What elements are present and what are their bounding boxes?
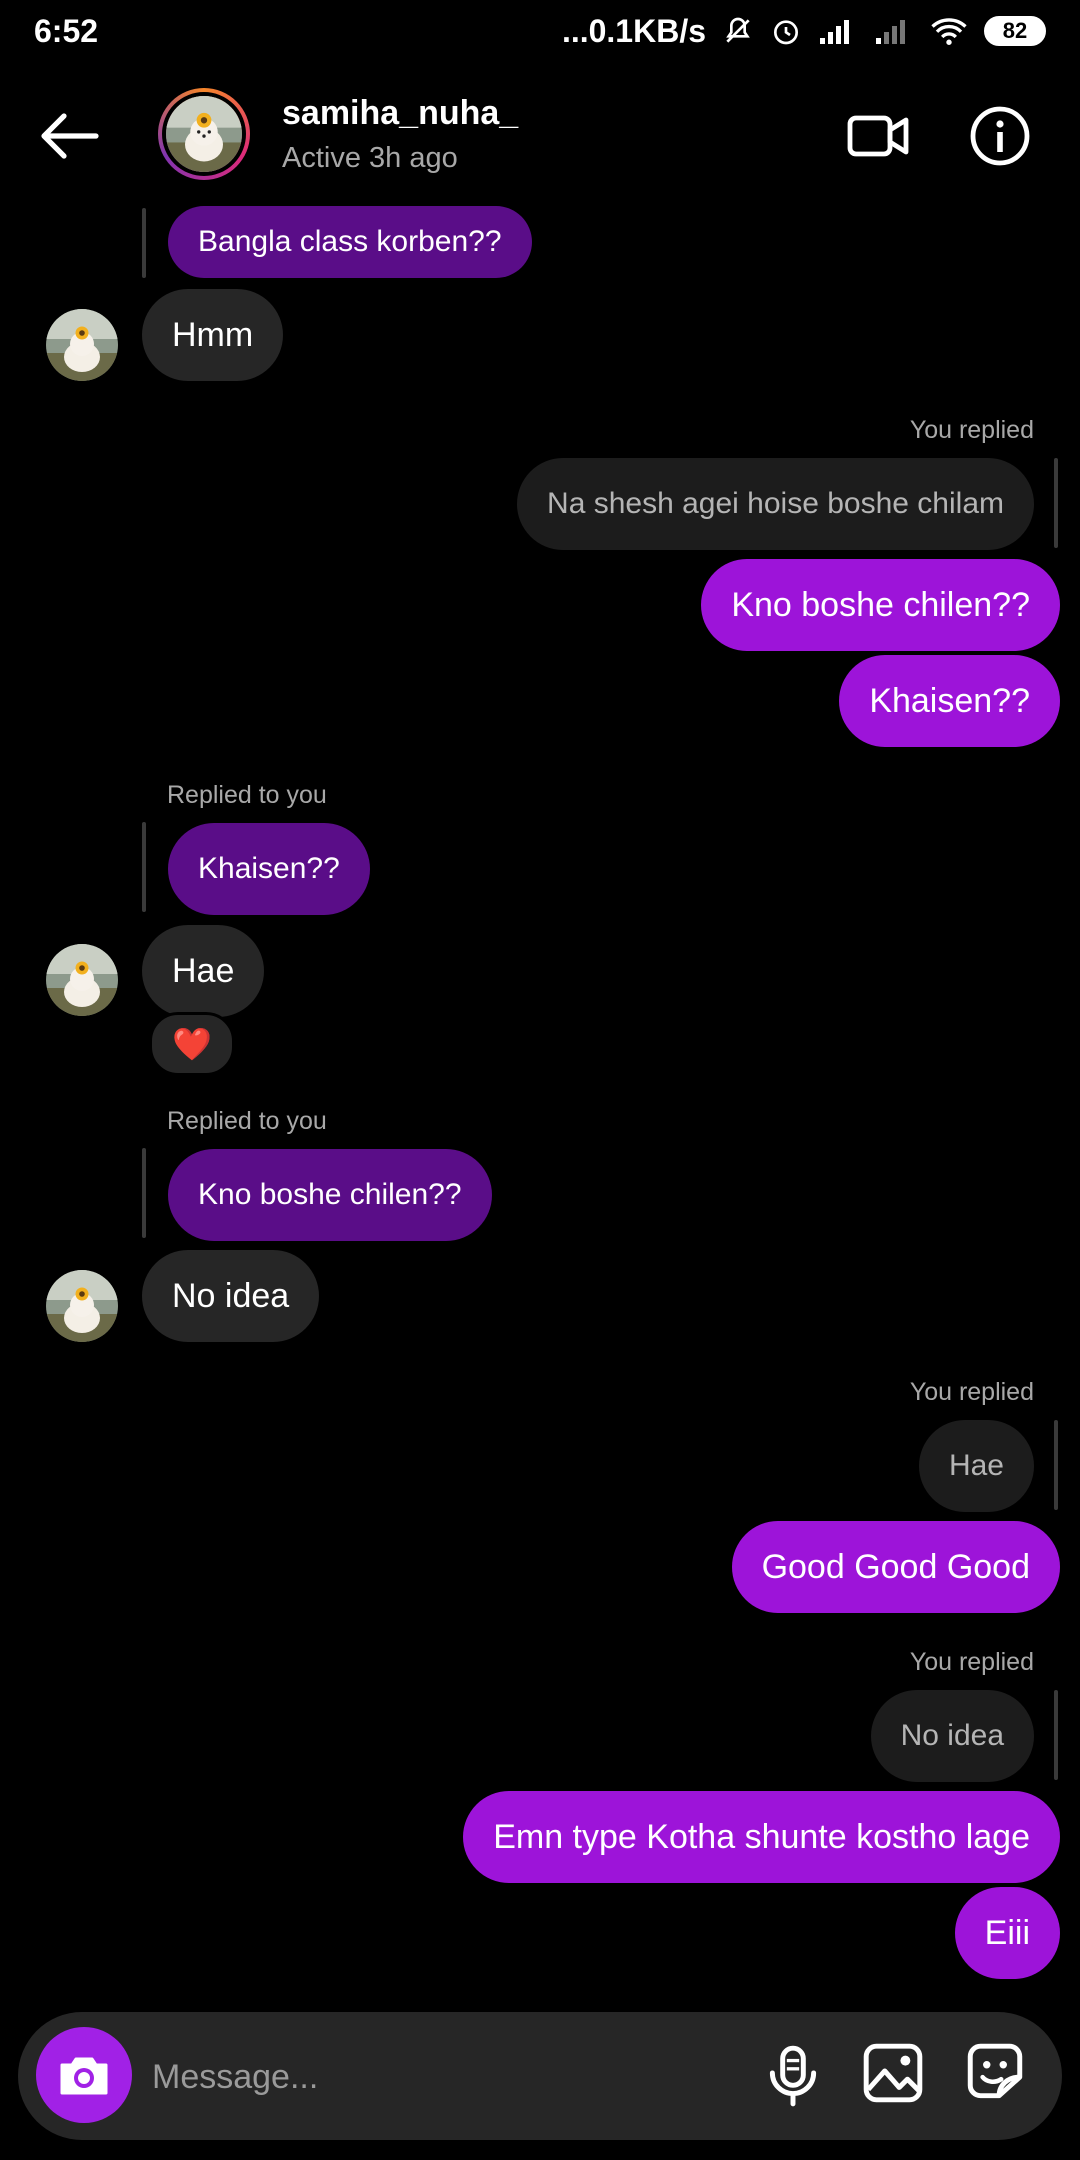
message-input[interactable] <box>150 2044 714 2110</box>
camera-icon[interactable] <box>36 2027 132 2123</box>
sticker-icon[interactable] <box>962 2040 1028 2106</box>
reply-indicator <box>142 822 146 912</box>
signal-icon <box>818 16 858 46</box>
outgoing-message[interactable]: Good Good Good <box>731 1521 1060 1613</box>
quoted-text: No idea <box>900 1719 1004 1752</box>
quoted-text: Bangla class korben?? <box>198 225 502 258</box>
quoted-message[interactable]: No idea <box>870 1690 1034 1782</box>
microphone-icon[interactable] <box>760 2042 826 2108</box>
quoted-text: Khaisen?? <box>198 852 340 885</box>
heart-reaction-icon[interactable]: ❤️ <box>149 1012 235 1076</box>
network-speed: ...0.1KB/s <box>561 12 706 49</box>
reply-label: You replied <box>909 1378 1034 1406</box>
quoted-message[interactable]: Hae <box>918 1420 1034 1512</box>
reply-label: You replied <box>909 416 1034 444</box>
mute-icon <box>722 15 754 47</box>
status-icons: ...0.1KB/s 82 <box>562 13 1046 50</box>
profile-avatar[interactable] <box>158 88 250 180</box>
quoted-message[interactable]: Na shesh agei hoise boshe chilam <box>517 458 1034 550</box>
reply-indicator <box>142 208 146 278</box>
signal-icon <box>874 16 914 46</box>
back-arrow-icon[interactable] <box>38 104 102 168</box>
incoming-message[interactable]: Hae <box>142 925 265 1017</box>
incoming-message[interactable]: No idea <box>142 1250 320 1342</box>
message-text: Good Good Good <box>761 1547 1030 1586</box>
reply-indicator <box>1054 1420 1058 1510</box>
quoted-message[interactable]: Khaisen?? <box>168 823 370 915</box>
status-time: 6:52 <box>34 12 99 49</box>
message-text: Hmm <box>172 315 254 354</box>
reply-indicator <box>1054 1690 1058 1780</box>
outgoing-message[interactable]: Kno boshe chilen?? <box>701 559 1060 651</box>
active-status: Active 3h ago <box>282 142 458 174</box>
chat-screen: 6:52 ...0.1KB/s 82 samiha_nuha_ Active 3… <box>0 0 1080 2160</box>
message-text: Khaisen?? <box>869 681 1030 720</box>
alarm-icon <box>770 15 802 47</box>
message-text: No idea <box>172 1276 290 1315</box>
battery-icon: 82 <box>984 16 1046 46</box>
video-call-icon[interactable] <box>846 106 910 166</box>
chat-username[interactable]: samiha_nuha_ <box>282 94 518 133</box>
quoted-message[interactable]: Bangla class korben?? <box>168 206 532 278</box>
chat-header: samiha_nuha_ Active 3h ago <box>0 80 1080 190</box>
reply-label: You replied <box>909 1648 1034 1676</box>
wifi-icon <box>930 16 968 46</box>
status-bar: 6:52 ...0.1KB/s 82 <box>0 0 1080 62</box>
message-composer <box>18 2012 1062 2140</box>
quoted-message[interactable]: Kno boshe chilen?? <box>168 1149 492 1241</box>
sender-avatar[interactable] <box>46 1270 118 1342</box>
reply-indicator <box>142 1148 146 1238</box>
message-text: Hae <box>172 951 235 990</box>
message-text: Emn type Kotha shunte kostho lage <box>493 1817 1030 1856</box>
gallery-icon[interactable] <box>860 2040 926 2106</box>
reply-label: Replied to you <box>167 1107 327 1135</box>
outgoing-message[interactable]: Eiii <box>954 1887 1060 1979</box>
reply-indicator <box>1054 458 1058 548</box>
sender-avatar[interactable] <box>46 309 118 381</box>
message-text: Eiii <box>984 1913 1030 1952</box>
quoted-text: Na shesh agei hoise boshe chilam <box>547 487 1004 520</box>
reply-label: Replied to you <box>167 781 327 809</box>
quoted-text: Kno boshe chilen?? <box>198 1178 462 1211</box>
message-text: Kno boshe chilen?? <box>731 585 1030 624</box>
sender-avatar[interactable] <box>46 944 118 1016</box>
outgoing-message[interactable]: Emn type Kotha shunte kostho lage <box>463 1791 1060 1883</box>
incoming-message[interactable]: Hmm <box>142 289 284 381</box>
outgoing-message[interactable]: Khaisen?? <box>839 655 1060 747</box>
quoted-text: Hae <box>948 1449 1004 1482</box>
info-icon[interactable] <box>968 104 1032 168</box>
